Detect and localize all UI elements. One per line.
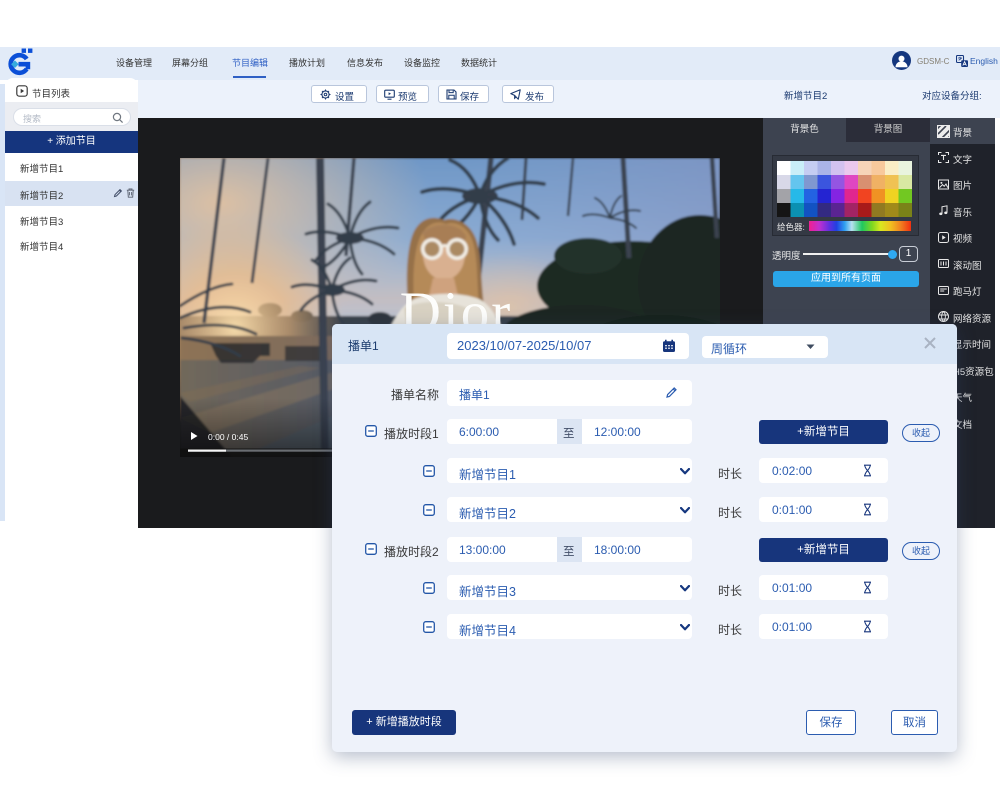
svg-text:0:00 / 0:45: 0:00 / 0:45 [208,432,248,442]
